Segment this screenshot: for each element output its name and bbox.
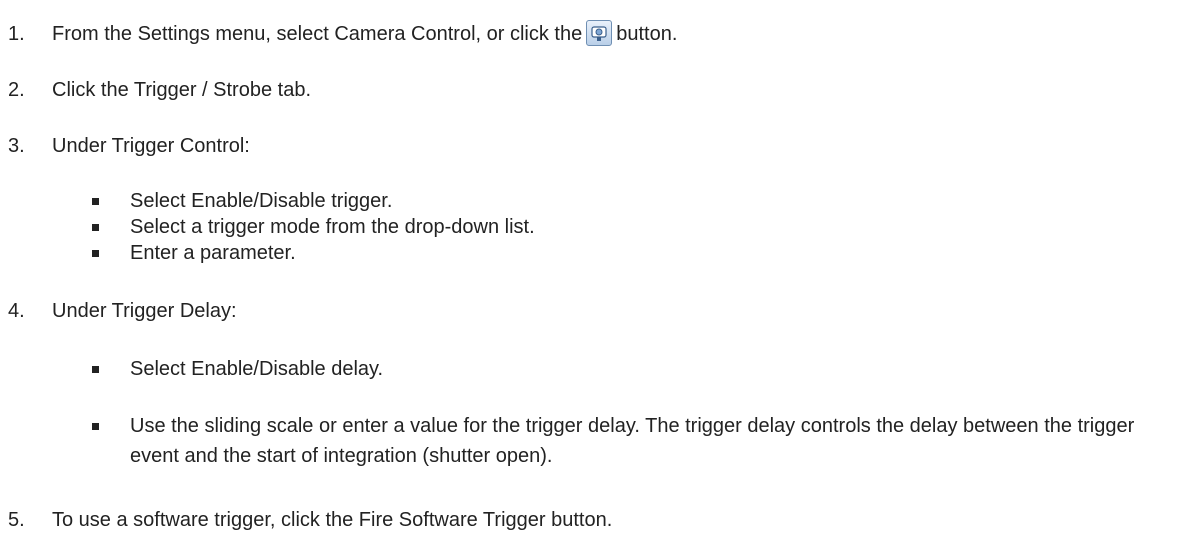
step-text: button. [616, 23, 678, 45]
step-number: 2. [8, 79, 25, 101]
step-text: Under Trigger Delay: [52, 300, 237, 322]
bullet-item: Select Enable/Disable trigger. [91, 187, 393, 215]
step-4: 4. Under Trigger Delay: [8, 297, 237, 325]
bullet-item: Select a trigger mode from the drop-down… [92, 213, 535, 241]
step-text: To use a software trigger, click the Fir… [52, 509, 613, 531]
bullet-text: Select Enable/Disable delay. [130, 358, 384, 380]
step-text: Click the Trigger / Strobe tab. [52, 79, 312, 101]
step-number: 5. [8, 509, 25, 531]
step-1: 1. From the Settings menu, select Camera … [8, 20, 677, 48]
step-text: Under Trigger Control: [52, 135, 250, 157]
camera-control-icon [586, 20, 613, 46]
step-text: From the Settings menu, select Camera Co… [52, 23, 583, 45]
bullet-item: Select Enable/Disable delay. [91, 355, 384, 383]
step-number: 4. [8, 300, 25, 322]
bullet-text: Enter a parameter. [130, 242, 296, 264]
bullet-item: Enter a parameter. [92, 239, 296, 267]
bullet-text: Use the sliding scale or enter a value f… [130, 415, 1135, 467]
bullet-text: Select Enable/Disable trigger. [130, 190, 393, 212]
step-3: 3. Under Trigger Control: [8, 132, 250, 160]
step-2: 2. Click the Trigger / Strobe tab. [8, 76, 311, 104]
step-5: 5. To use a software trigger, click the F… [8, 506, 612, 534]
step-number: 1. [8, 23, 25, 45]
bullet-item: Use the sliding scale or enter a value f… [92, 411, 1184, 471]
step-number: 3. [8, 135, 25, 157]
bullet-text: Select a trigger mode from the drop-down… [130, 216, 535, 238]
